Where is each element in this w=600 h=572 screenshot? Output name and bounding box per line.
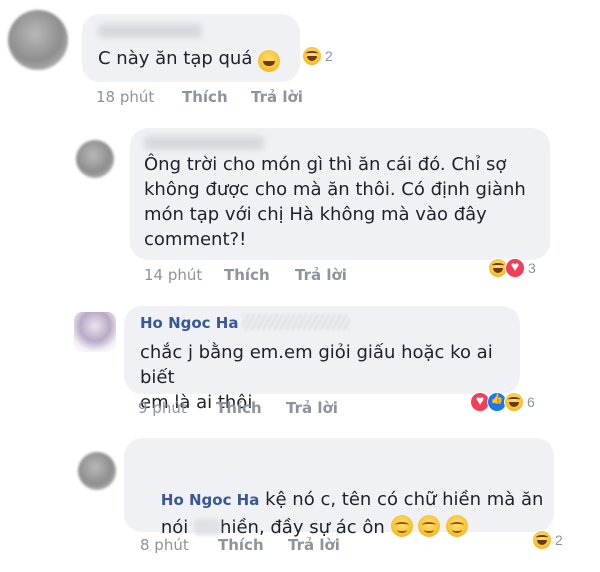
reply-link[interactable]: Trả lời xyxy=(286,399,338,417)
author-name-blurred[interactable] xyxy=(98,24,202,38)
redacted-word xyxy=(194,519,221,535)
laugh-emoji-icon xyxy=(532,530,552,550)
comment-text-line-2-end: hiền, đầy sự ác ôn xyxy=(220,517,391,538)
comment-bubble: C này ăn tạp quá xyxy=(82,14,300,82)
laugh-emoji-icon xyxy=(302,46,322,66)
comment-bubble: Ông trời cho món gì thì ăn cái đó. Chỉ s… xyxy=(130,128,550,260)
comment-text: Ông trời cho món gì thì ăn cái đó. Chỉ s… xyxy=(144,154,526,250)
comment-meta: 8 phút Thích Trả lời xyxy=(140,536,440,556)
comment-meta: 18 phút Thích Trả lời xyxy=(96,88,396,108)
avatar[interactable] xyxy=(8,10,68,70)
like-link[interactable]: Thích xyxy=(216,399,262,417)
reaction-count: 2 xyxy=(555,532,563,548)
reply-link[interactable]: Trả lời xyxy=(288,536,340,554)
like-link[interactable]: Thích xyxy=(182,88,228,106)
like-link[interactable]: Thích xyxy=(224,266,270,284)
relieved-emoji-icon xyxy=(418,515,441,537)
comment-bubble: Ho Ngoc Ha chắc j bằng em.em giỏi giấu h… xyxy=(124,306,520,413)
comment-author[interactable]: Ho Ngoc Ha xyxy=(140,314,238,332)
relieved-emoji-icon xyxy=(390,515,413,537)
reply-link[interactable]: Trả lời xyxy=(251,88,303,106)
comment-text-line-2-start: nói xyxy=(160,517,195,538)
comment-text: C này ăn tạp quá xyxy=(98,48,253,69)
laugh-emoji-icon xyxy=(258,50,280,72)
comment-time[interactable]: 9 phút xyxy=(138,399,187,417)
reaction-count: 6 xyxy=(527,394,535,410)
author-name-blurred[interactable] xyxy=(144,136,264,150)
avatar[interactable] xyxy=(78,452,116,490)
reaction-summary[interactable]: 2 xyxy=(300,44,338,68)
relieved-emoji-icon xyxy=(445,515,468,537)
like-link[interactable]: Thích xyxy=(218,536,264,554)
comment-time[interactable]: 14 phút xyxy=(144,266,202,284)
reaction-summary[interactable]: 3 xyxy=(486,256,541,280)
reply-link[interactable]: Trả lời xyxy=(295,266,347,284)
reaction-count: 3 xyxy=(528,260,536,276)
comment-meta: 9 phút Thích Trả lời xyxy=(138,399,438,419)
reaction-summary[interactable]: 6 xyxy=(468,390,540,414)
reaction-summary[interactable]: 2 xyxy=(530,528,568,552)
comment-bubble: Ho Ngoc Ha kệ nó c, tên có chữ hiền mà ă… xyxy=(124,438,554,538)
comment-time[interactable]: 18 phút xyxy=(96,88,154,106)
reaction-count: 2 xyxy=(325,48,333,64)
laugh-emoji-icon xyxy=(504,392,524,412)
avatar[interactable] xyxy=(76,140,114,178)
comment-meta: 14 phút Thích Trả lời xyxy=(144,266,444,286)
avatar[interactable] xyxy=(74,312,116,352)
redacted-scribble xyxy=(242,314,350,330)
love-reaction-icon xyxy=(505,258,525,278)
comment-time[interactable]: 8 phút xyxy=(140,536,189,554)
